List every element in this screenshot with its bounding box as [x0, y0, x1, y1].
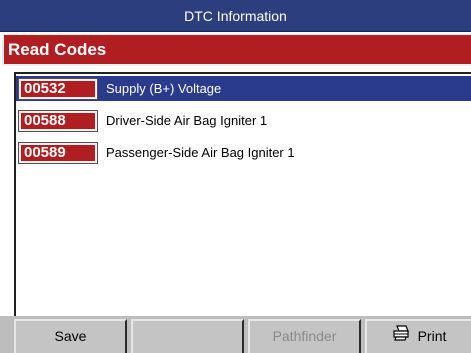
- code-list[interactable]: 00532 Supply (B+) Voltage 00588 Driver-S…: [14, 72, 471, 316]
- read-codes-header: Read Codes: [2, 33, 471, 66]
- code-row[interactable]: 00532 Supply (B+) Voltage: [16, 76, 471, 101]
- code-description: Supply (B+) Voltage: [106, 81, 222, 96]
- code-row[interactable]: 00588 Driver-Side Air Bag Igniter 1: [16, 108, 471, 133]
- printer-icon: [392, 321, 410, 351]
- code-description: Driver-Side Air Bag Igniter 1: [106, 113, 268, 128]
- toolbar: Save Pathfinder Print: [0, 316, 471, 353]
- code-description: Passenger-Side Air Bag Igniter 1: [106, 145, 295, 160]
- print-button[interactable]: Print: [365, 319, 471, 353]
- save-button[interactable]: Save: [14, 319, 127, 353]
- pathfinder-button[interactable]: Pathfinder: [248, 319, 361, 353]
- dtc-information-window: DTC Information Read Codes 00532 Supply …: [0, 0, 471, 353]
- code-badge: 00588: [18, 110, 98, 132]
- code-badge: 00589: [18, 142, 98, 164]
- print-label: Print: [417, 328, 447, 344]
- code-badge: 00532: [18, 78, 98, 100]
- blank-button[interactable]: [131, 319, 244, 353]
- window-title: DTC Information: [0, 0, 471, 32]
- code-row[interactable]: 00589 Passenger-Side Air Bag Igniter 1: [16, 140, 471, 165]
